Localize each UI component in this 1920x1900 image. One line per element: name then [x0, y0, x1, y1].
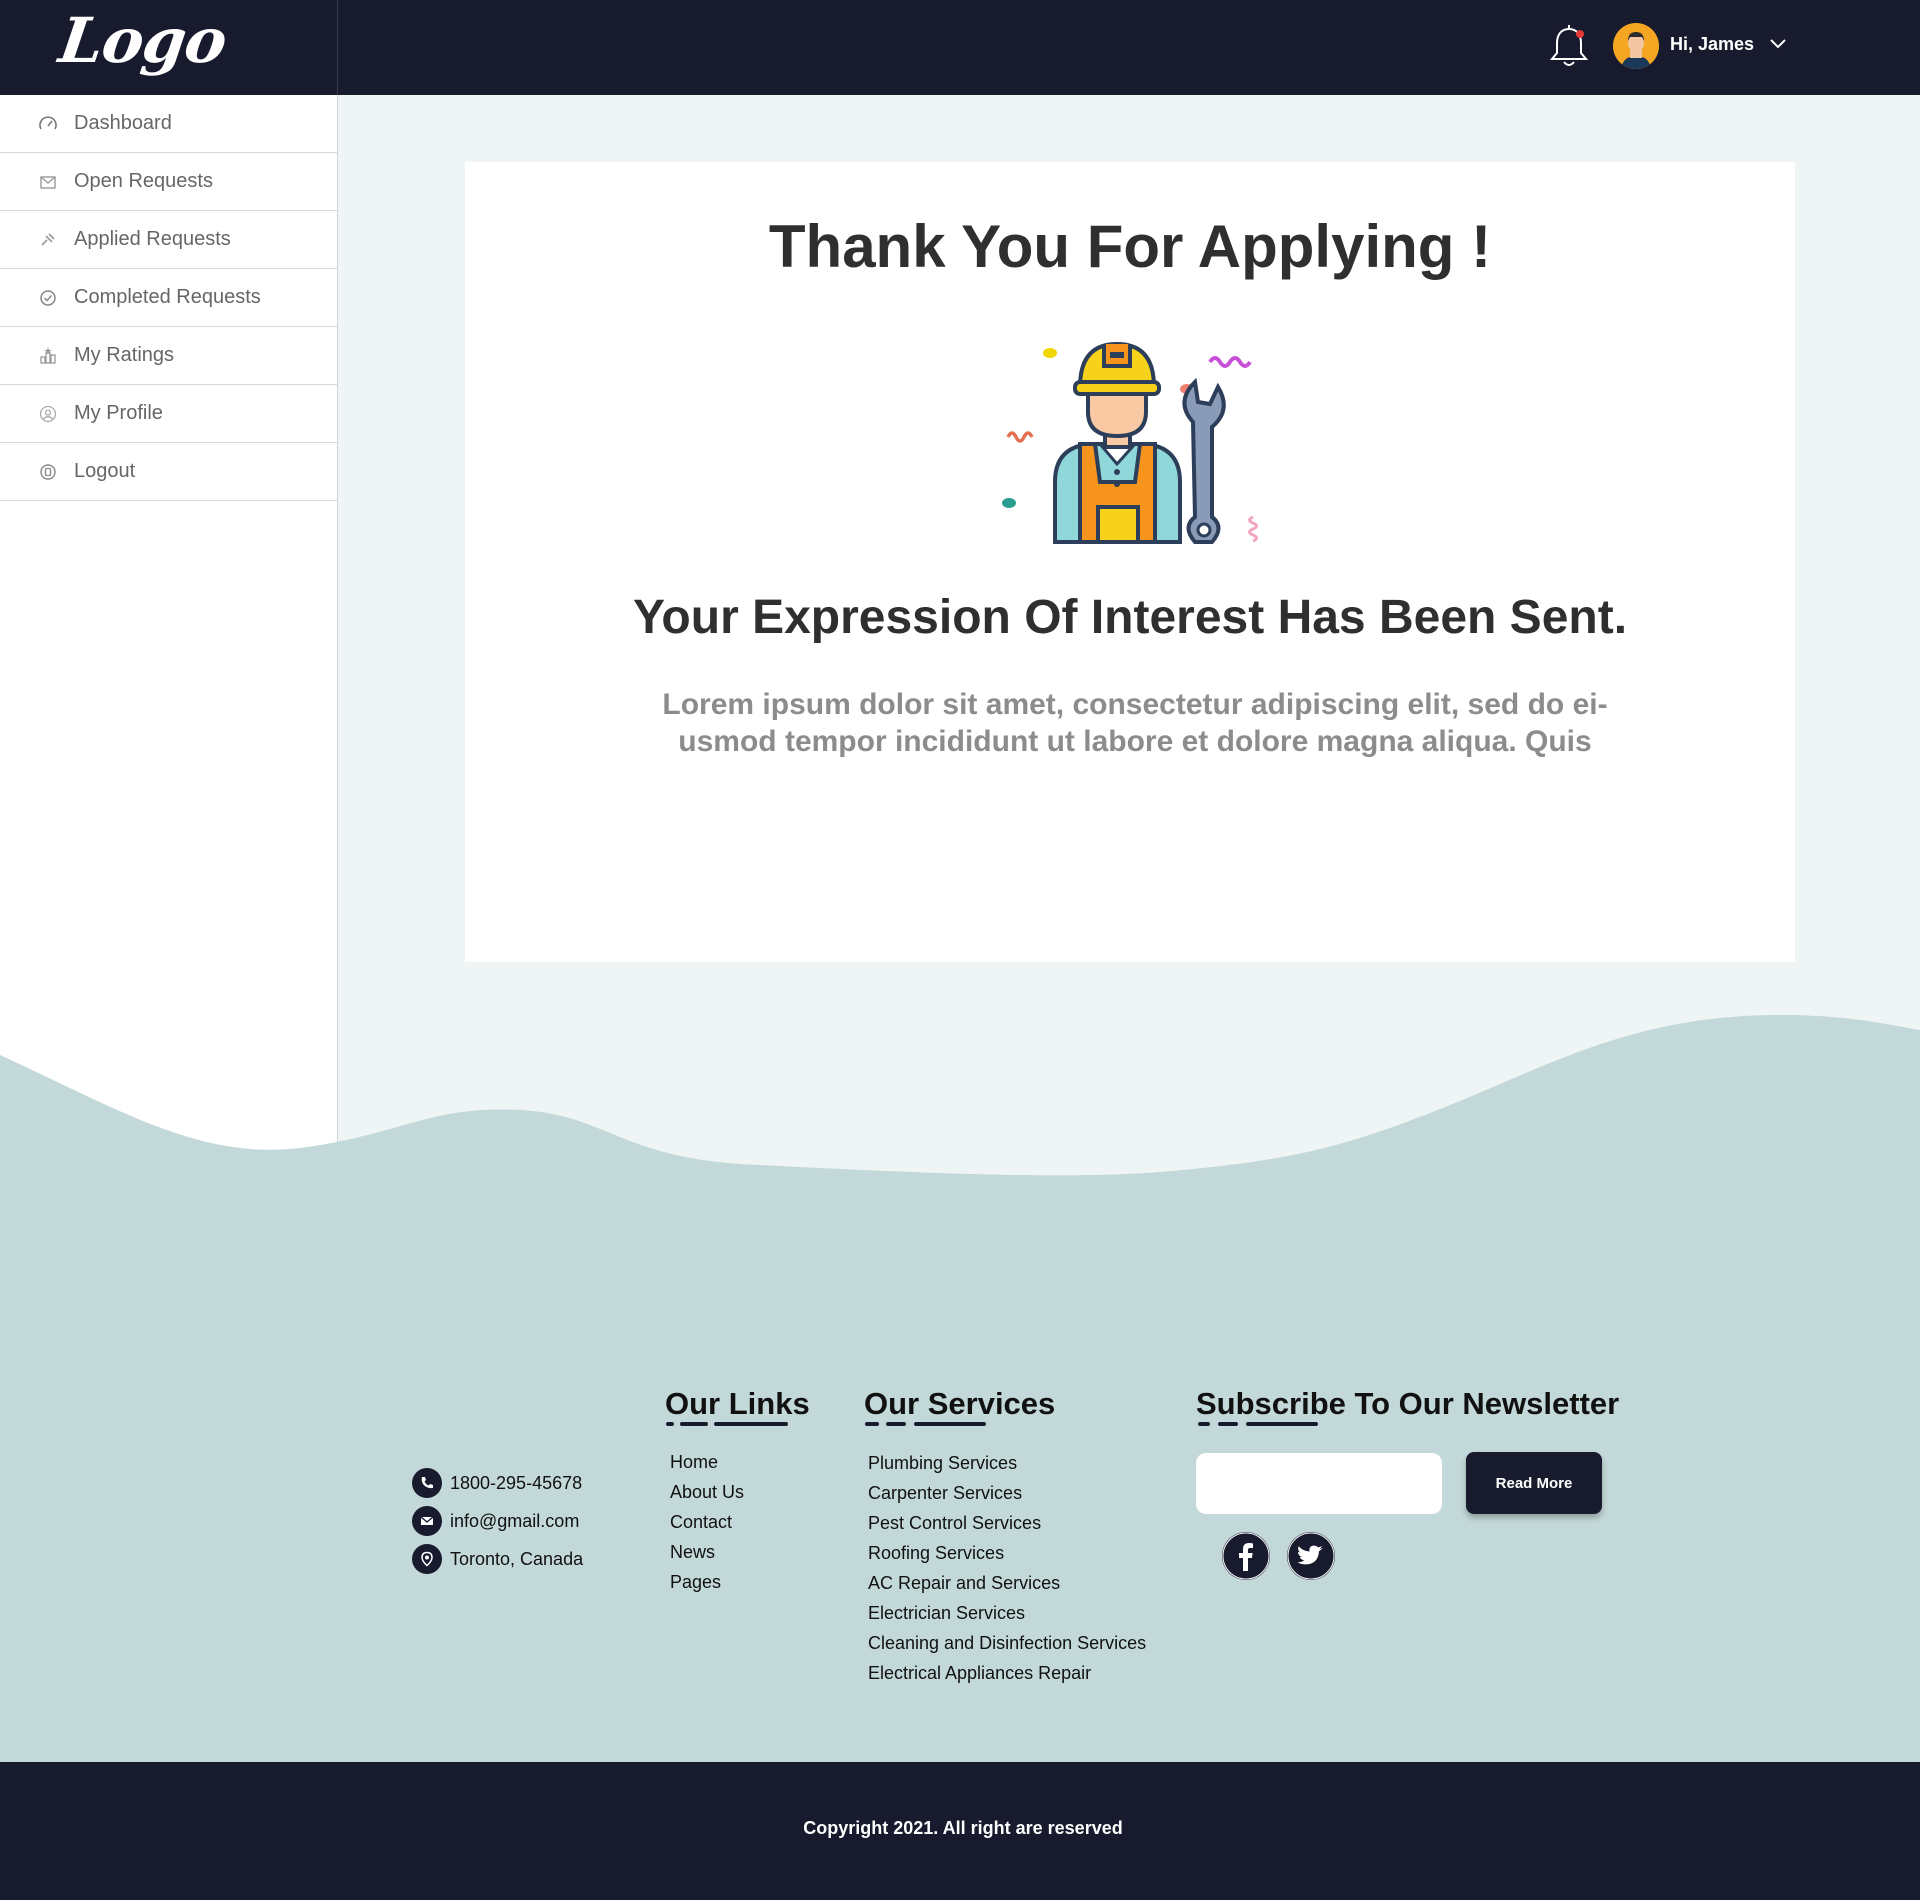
service-link[interactable]: Electrician Services — [868, 1603, 1146, 1633]
footer-contact: 1800-295-45678 info@gmail.com Toronto, C… — [412, 1468, 583, 1582]
title-underline-dash — [680, 1422, 708, 1426]
user-avatar[interactable] — [1613, 23, 1659, 69]
title-underline-dash — [865, 1422, 879, 1426]
service-link[interactable]: Electrical Appliances Repair — [868, 1663, 1146, 1693]
applied-requests-icon — [38, 230, 58, 250]
location-pin-icon — [412, 1544, 442, 1574]
sidebar-item-label: Completed Requests — [74, 286, 261, 308]
footer-link-news[interactable]: News — [670, 1542, 744, 1572]
title-underline-bar — [914, 1422, 986, 1426]
confetti-squiggle — [1006, 431, 1034, 443]
confirmation-message: Your Expression Of Interest Has Been Sen… — [632, 591, 1628, 644]
title-underline-bar — [1246, 1422, 1318, 1426]
contact-phone: 1800-295-45678 — [412, 1468, 583, 1498]
contact-location-text: Toronto, Canada — [450, 1548, 584, 1569]
copyright-text: Copyright 2021. All right are reserved — [803, 1818, 1123, 1838]
logout-icon — [38, 462, 58, 482]
facebook-button[interactable] — [1222, 1532, 1270, 1580]
page-title: Thank You For Applying ! — [768, 213, 1492, 280]
sidebar-item-completed-requests[interactable]: Completed Requests — [0, 269, 337, 327]
newsletter-title: Subscribe To Our Newsletter — [1196, 1386, 1620, 1421]
check-circle-icon — [38, 288, 58, 308]
sidebar-item-label: Dashboard — [74, 112, 172, 134]
title-underline-bar — [714, 1422, 788, 1426]
footer-link-contact[interactable]: Contact — [670, 1512, 744, 1542]
confetti-squiggle — [1248, 515, 1258, 543]
worker-illustration — [1002, 341, 1258, 544]
dashboard-icon — [38, 114, 58, 134]
profile-icon — [38, 404, 58, 424]
sidebar-item-label: Logout — [74, 460, 136, 482]
our-links-title: Our Links — [665, 1386, 810, 1421]
twitter-button[interactable] — [1287, 1532, 1335, 1580]
sidebar-item-logout[interactable]: Logout — [0, 443, 337, 501]
footer-link-home[interactable]: Home — [670, 1452, 744, 1482]
service-link[interactable]: Pest Control Services — [868, 1513, 1146, 1543]
service-link[interactable]: Cleaning and Disinfection Services — [868, 1633, 1146, 1663]
service-link[interactable]: AC Repair and Services — [868, 1573, 1146, 1603]
phone-icon — [412, 1468, 442, 1498]
sidebar-item-dashboard[interactable]: Dashboard — [0, 95, 337, 153]
sidebar: Dashboard Open Requests Applied Requests… — [0, 95, 338, 1155]
confetti-dot — [1002, 498, 1016, 508]
footer-link-pages[interactable]: Pages — [670, 1572, 744, 1602]
contact-phone-text[interactable]: 1800-295-45678 — [450, 1473, 582, 1494]
service-link[interactable]: Carpenter Services — [868, 1483, 1146, 1513]
sidebar-item-open-requests[interactable]: Open Requests — [0, 153, 337, 211]
notification-bell-icon[interactable] — [1547, 24, 1591, 70]
sidebar-item-my-ratings[interactable]: My Ratings — [0, 327, 337, 385]
sidebar-item-label: Applied Requests — [74, 228, 231, 250]
read-more-button[interactable]: Read More — [1466, 1452, 1602, 1514]
top-navbar: Logo Hi, James — [0, 0, 1920, 95]
title-underline-dash — [886, 1422, 906, 1426]
contact-email: info@gmail.com — [412, 1506, 583, 1536]
title-underline-dash — [1198, 1422, 1210, 1426]
ratings-icon — [38, 346, 58, 366]
contact-location: Toronto, Canada — [412, 1544, 583, 1574]
our-services-list: Plumbing Services Carpenter Services Pes… — [868, 1453, 1146, 1693]
open-requests-icon — [38, 172, 58, 192]
sidebar-item-my-profile[interactable]: My Profile — [0, 385, 337, 443]
confirmation-description: Lorem ipsum dolor sit amet, consectetur … — [662, 688, 1608, 758]
copyright-bar: Copyright 2021. All right are reserved — [0, 1762, 1920, 1900]
sidebar-item-label: My Ratings — [74, 344, 175, 366]
title-underline-dash — [1218, 1422, 1238, 1426]
sidebar-item-applied-requests[interactable]: Applied Requests — [0, 211, 337, 269]
logo-area: Logo — [0, 0, 338, 95]
our-services-title: Our Services — [864, 1386, 1056, 1421]
logo[interactable]: Logo — [55, 4, 231, 77]
user-avatar-icon — [1613, 23, 1659, 69]
chevron-down-icon[interactable] — [1768, 36, 1788, 50]
our-links-list: Home About Us Contact News Pages — [670, 1452, 744, 1602]
newsletter-email-input[interactable] — [1196, 1453, 1442, 1514]
title-underline-dash — [666, 1422, 674, 1426]
sidebar-item-label: My Profile — [74, 402, 163, 424]
sidebar-item-label: Open Requests — [74, 170, 213, 192]
confetti-dot — [1043, 348, 1057, 358]
service-link[interactable]: Roofing Services — [868, 1543, 1146, 1573]
service-link[interactable]: Plumbing Services — [868, 1453, 1146, 1483]
confetti-squiggle — [1208, 356, 1252, 368]
twitter-icon — [1287, 1532, 1335, 1580]
mail-icon — [412, 1506, 442, 1536]
contact-email-text[interactable]: info@gmail.com — [450, 1511, 579, 1532]
footer-link-about-us[interactable]: About Us — [670, 1482, 744, 1512]
facebook-icon — [1222, 1532, 1270, 1580]
confirmation-card: Thank You For Applying ! Your Expression… — [465, 162, 1795, 962]
user-greeting[interactable]: Hi, James — [1670, 34, 1754, 55]
